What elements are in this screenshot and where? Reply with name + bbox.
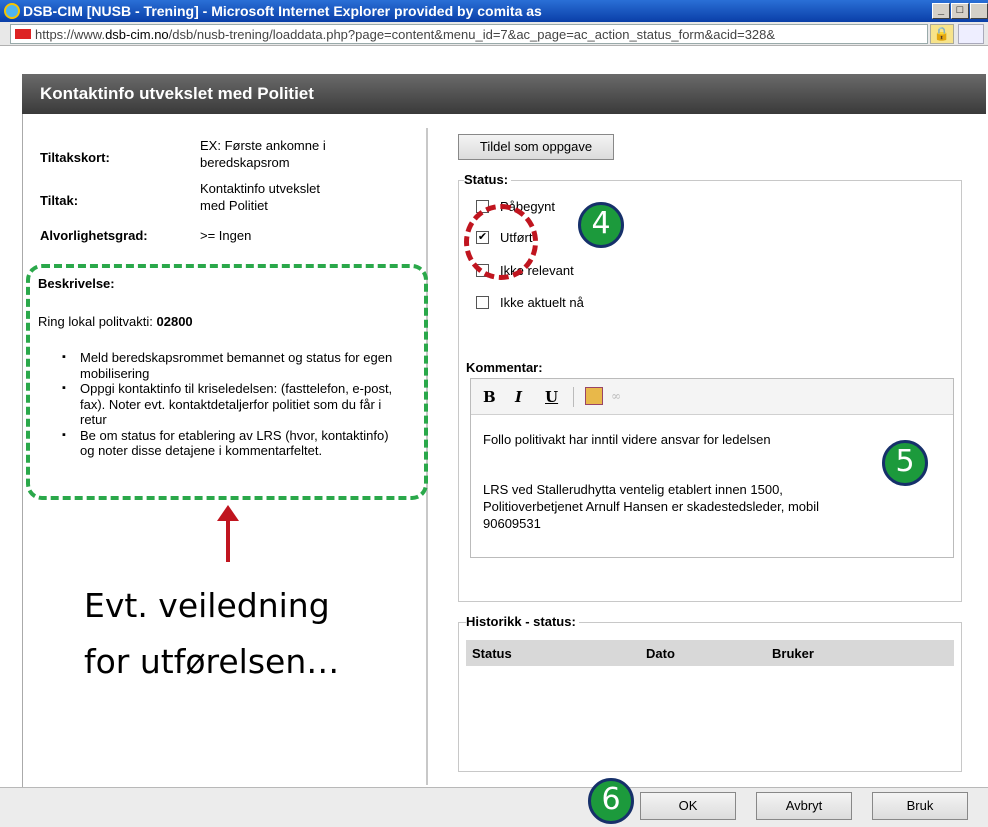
- status-checkbox-ikke-aktuelt[interactable]: [476, 296, 489, 309]
- cancel-button[interactable]: Avbryt: [756, 792, 852, 820]
- paste-text-icon[interactable]: [585, 387, 603, 405]
- url-prefix: https://www.: [35, 26, 106, 42]
- guidance-highlight-box: [26, 264, 428, 500]
- bold-button[interactable]: B: [483, 388, 496, 406]
- ok-button[interactable]: OK: [640, 792, 736, 820]
- annotation-line2: for utførelsen…: [84, 642, 340, 681]
- url-domain: dsb-cim.no: [105, 26, 169, 42]
- lock-icon[interactable]: 🔒: [930, 24, 954, 44]
- underline-button[interactable]: U: [545, 388, 558, 406]
- internet-explorer-icon: [4, 3, 20, 19]
- step-marker-4: 4: [578, 202, 624, 248]
- address-bar: https://www. dsb-cim.no /dsb/nusb-trenin…: [0, 22, 988, 46]
- url-path: /dsb/nusb-trening/loaddata.php?page=cont…: [168, 26, 776, 42]
- toolbar-separator: [573, 387, 574, 407]
- tiltakskort-label: Tiltakskort:: [40, 150, 110, 165]
- history-col-status: Status: [472, 646, 512, 661]
- window-titlebar: DSB-CIM [NUSB - Trening] - Microsoft Int…: [0, 0, 988, 22]
- site-favicon-icon: [15, 29, 31, 39]
- link-icon[interactable]: ∞: [611, 389, 621, 403]
- maximize-button[interactable]: □: [951, 3, 969, 19]
- status-label-ikke-aktuelt: Ikke aktuelt nå: [500, 295, 584, 310]
- tiltak-value-line1: Kontaktinfo utvekslet: [200, 181, 320, 196]
- comment-line2: LRS ved Stallerudhytta ventelig etablert…: [483, 482, 783, 497]
- highlight-circle: [464, 204, 538, 280]
- editor-toolbar: B I U ∞: [471, 379, 953, 415]
- status-legend: Status:: [464, 172, 512, 187]
- history-legend: Historikk - status:: [466, 614, 579, 629]
- history-col-date: Dato: [646, 646, 675, 661]
- comment-line1: Follo politivakt har inntil videre ansva…: [483, 432, 771, 447]
- tiltak-value-line2: med Politiet: [200, 198, 268, 213]
- arrow-shaft: [226, 510, 230, 562]
- alvorlighet-value: >= Ingen: [200, 228, 252, 243]
- tiltakskort-value-line1: EX: Første ankomne i: [200, 138, 326, 153]
- tiltak-label: Tiltak:: [40, 193, 79, 208]
- window-title: DSB-CIM [NUSB - Trening] - Microsoft Int…: [23, 3, 542, 19]
- dialog-title: Kontaktinfo utvekslet med Politiet: [22, 74, 986, 114]
- alvorlighet-label: Alvorlighetsgrad:: [40, 228, 148, 243]
- step-marker-6: 6: [588, 778, 634, 824]
- history-col-user: Bruker: [772, 646, 814, 661]
- comment-editor[interactable]: B I U ∞ Follo politivakt har inntil vide…: [470, 378, 954, 558]
- assign-task-button[interactable]: Tildel som oppgave: [458, 134, 614, 160]
- comment-legend: Kommentar:: [466, 360, 546, 375]
- italic-button[interactable]: I: [515, 388, 522, 406]
- annotation-line1: Evt. veiledning: [84, 586, 330, 625]
- apply-button[interactable]: Bruk: [872, 792, 968, 820]
- compat-view-icon[interactable]: [958, 24, 984, 44]
- comment-line3: Politioverbetjenet Arnulf Hansen er skad…: [483, 499, 820, 514]
- url-field[interactable]: https://www. dsb-cim.no /dsb/nusb-trenin…: [10, 24, 928, 44]
- minimize-button[interactable]: _: [932, 3, 950, 19]
- tiltakskort-value-line2: beredskapsrom: [200, 155, 290, 170]
- comment-line4: 90609531: [483, 516, 541, 531]
- step-marker-5: 5: [882, 440, 928, 486]
- history-table-header: Status Dato Bruker: [466, 640, 954, 666]
- close-button[interactable]: [970, 3, 988, 19]
